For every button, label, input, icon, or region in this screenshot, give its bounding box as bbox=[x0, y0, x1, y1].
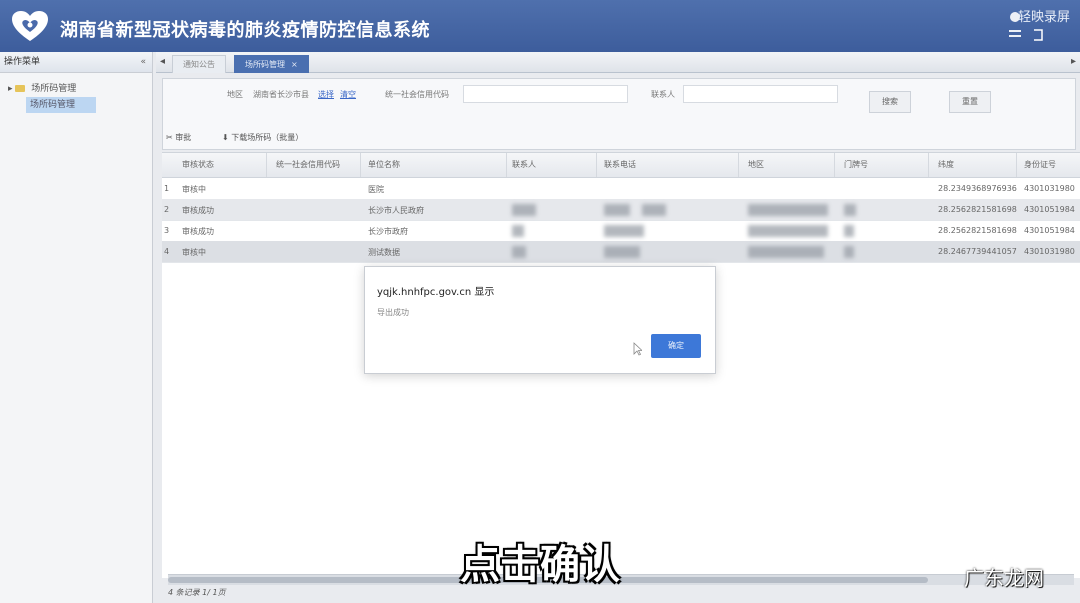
row-number: 2 bbox=[164, 205, 170, 214]
select-region-link[interactable]: 选择 bbox=[318, 89, 334, 100]
tree-node-venue-code[interactable]: ▸ 场所码管理 bbox=[0, 81, 152, 97]
redacted-door bbox=[844, 225, 854, 237]
table-row[interactable]: 3 审核成功 长沙市政府 28.2562821581698 4301051984 bbox=[162, 220, 1080, 242]
collapse-sidebar-icon[interactable]: « bbox=[140, 52, 146, 72]
site-watermark: 广东龙网 bbox=[964, 566, 1044, 590]
row-number: 1 bbox=[164, 184, 170, 193]
redacted-phone bbox=[604, 225, 644, 237]
cell-id-number: 4301051984 bbox=[1024, 205, 1075, 214]
contact-input[interactable] bbox=[683, 85, 838, 103]
menu-icon bbox=[1009, 30, 1021, 32]
audit-label: 审批 bbox=[175, 133, 192, 142]
cell-latitude: 28.2562821581698 bbox=[938, 205, 1017, 214]
col-door-number[interactable]: 门牌号 bbox=[844, 159, 868, 170]
app-title: 湖南省新型冠状病毒的肺炎疫情防控信息系统 bbox=[60, 20, 430, 41]
cell-id-number: 4301051984 bbox=[1024, 226, 1075, 235]
cell-unit-name: 长沙市人民政府 bbox=[368, 206, 424, 215]
cell-status: 审核成功 bbox=[182, 227, 214, 236]
redacted-phone-2 bbox=[642, 204, 666, 216]
audit-button[interactable]: ✂ 审批 bbox=[166, 132, 191, 143]
download-codes-button[interactable]: ⬇ 下载场所码（批量） bbox=[222, 132, 303, 143]
search-button[interactable]: 搜索 bbox=[869, 91, 911, 113]
redacted-region bbox=[748, 204, 828, 216]
redacted-door bbox=[844, 246, 854, 258]
col-id-number[interactable]: 身份证号 bbox=[1024, 159, 1056, 170]
cell-latitude: 28.2349368976936 bbox=[938, 184, 1017, 193]
alert-dialog: yqjk.hnhfpc.gov.cn 显示 导出成功 确定 bbox=[364, 266, 716, 374]
col-status[interactable]: 审核状态 bbox=[182, 159, 214, 170]
close-tab-icon[interactable]: × bbox=[291, 60, 298, 69]
col-contact[interactable]: 联系人 bbox=[512, 159, 536, 170]
dialog-message: 导出成功 bbox=[377, 308, 409, 317]
tab-notice[interactable]: 通知公告 bbox=[172, 55, 226, 73]
tree-node-label: 场所码管理 bbox=[31, 84, 77, 94]
tree-leaf-venue-code[interactable]: 场所码管理 bbox=[26, 97, 96, 113]
sidebar-title: 操作菜单 bbox=[4, 57, 41, 67]
col-region[interactable]: 地区 bbox=[748, 159, 764, 170]
cell-latitude: 28.2562821581698 bbox=[938, 226, 1017, 235]
cell-status: 审核成功 bbox=[182, 206, 214, 215]
tools-icon: ✂ bbox=[166, 133, 176, 142]
region-value: 湖南省长沙市县 bbox=[253, 90, 309, 99]
tab-scroll-left-icon[interactable]: ◂ bbox=[160, 56, 165, 67]
redacted-contact bbox=[512, 204, 536, 216]
table-row[interactable]: 2 审核成功 长沙市人民政府 28.2562821581698 43010519… bbox=[162, 199, 1080, 221]
tab-venue-code[interactable]: 场所码管理 × bbox=[234, 55, 309, 73]
cell-id-number: 4301031980 bbox=[1024, 247, 1075, 256]
table-row[interactable]: 4 审核中 测试数据 28.2467739441057 4301031980 bbox=[162, 241, 1080, 263]
grid-toolbar: ✂ 审批 ⬇ 下载场所码（批量） bbox=[162, 128, 1074, 148]
video-subtitle: 点击确认 bbox=[460, 542, 620, 588]
region-label: 地区 bbox=[227, 90, 243, 99]
redacted-door bbox=[844, 204, 856, 216]
redacted-phone bbox=[604, 204, 630, 216]
row-number: 3 bbox=[164, 226, 170, 235]
cell-unit-name: 长沙市政府 bbox=[368, 227, 408, 236]
col-credit-code[interactable]: 统一社会信用代码 bbox=[276, 159, 340, 170]
cell-id-number: 4301031980 bbox=[1024, 184, 1075, 193]
ok-button[interactable]: 确定 bbox=[651, 334, 701, 358]
tab-scroll-right-icon[interactable]: ▸ bbox=[1071, 56, 1076, 67]
expand-arrow-icon[interactable]: ▸ bbox=[8, 84, 15, 94]
download-label: 下载场所码（批量） bbox=[231, 133, 304, 142]
credit-code-input[interactable] bbox=[463, 85, 628, 103]
redacted-region bbox=[748, 246, 824, 258]
col-phone[interactable]: 联系电话 bbox=[604, 159, 636, 170]
dialog-title: yqjk.hnhfpc.gov.cn 显示 bbox=[377, 287, 495, 298]
screen-recorder-watermark: 轻映录屏 bbox=[1017, 10, 1070, 25]
grid-header: 审核状态 统一社会信用代码 单位名称 联系人 联系电话 地区 门牌号 纬度 身份… bbox=[162, 153, 1080, 178]
reset-button[interactable]: 重置 bbox=[949, 91, 991, 113]
credit-code-label: 统一社会信用代码 bbox=[385, 90, 449, 99]
contact-label: 联系人 bbox=[651, 90, 675, 99]
redacted-phone bbox=[604, 246, 640, 258]
redacted-contact bbox=[512, 246, 526, 258]
app-header: 湖南省新型冠状病毒的肺炎疫情防控信息系统 轻映录屏 bbox=[0, 0, 1080, 52]
cell-status: 审核中 bbox=[182, 248, 206, 257]
row-number: 4 bbox=[164, 247, 170, 256]
cell-unit-name: 医院 bbox=[368, 185, 384, 194]
cell-status: 审核中 bbox=[182, 185, 206, 194]
cell-unit-name: 测试数据 bbox=[368, 248, 400, 257]
tree-leaf-label: 场所码管理 bbox=[30, 100, 76, 110]
heart-hands-logo-icon bbox=[12, 11, 48, 41]
left-sidebar: 操作菜单 « ▸ 场所码管理 场所码管理 bbox=[0, 52, 153, 603]
col-unit-name[interactable]: 单位名称 bbox=[368, 159, 400, 170]
clear-region-link[interactable]: 清空 bbox=[340, 89, 356, 100]
col-latitude[interactable]: 纬度 bbox=[938, 159, 954, 170]
table-row[interactable]: 1 审核中 医院 28.2349368976936 4301031980 bbox=[162, 178, 1080, 200]
redacted-region bbox=[748, 225, 828, 237]
tab-bar: ◂ 通知公告 场所码管理 × ▸ bbox=[156, 52, 1080, 73]
folder-icon bbox=[15, 85, 26, 92]
cell-latitude: 28.2467739441057 bbox=[938, 247, 1017, 256]
tab-label: 通知公告 bbox=[183, 60, 215, 69]
mouse-cursor-icon bbox=[633, 342, 642, 356]
tab-label: 场所码管理 bbox=[245, 60, 285, 69]
download-icon: ⬇ bbox=[222, 133, 232, 142]
redacted-contact bbox=[512, 225, 524, 237]
sidebar-header: 操作菜单 « bbox=[0, 52, 152, 73]
logout-icon bbox=[1034, 29, 1043, 41]
